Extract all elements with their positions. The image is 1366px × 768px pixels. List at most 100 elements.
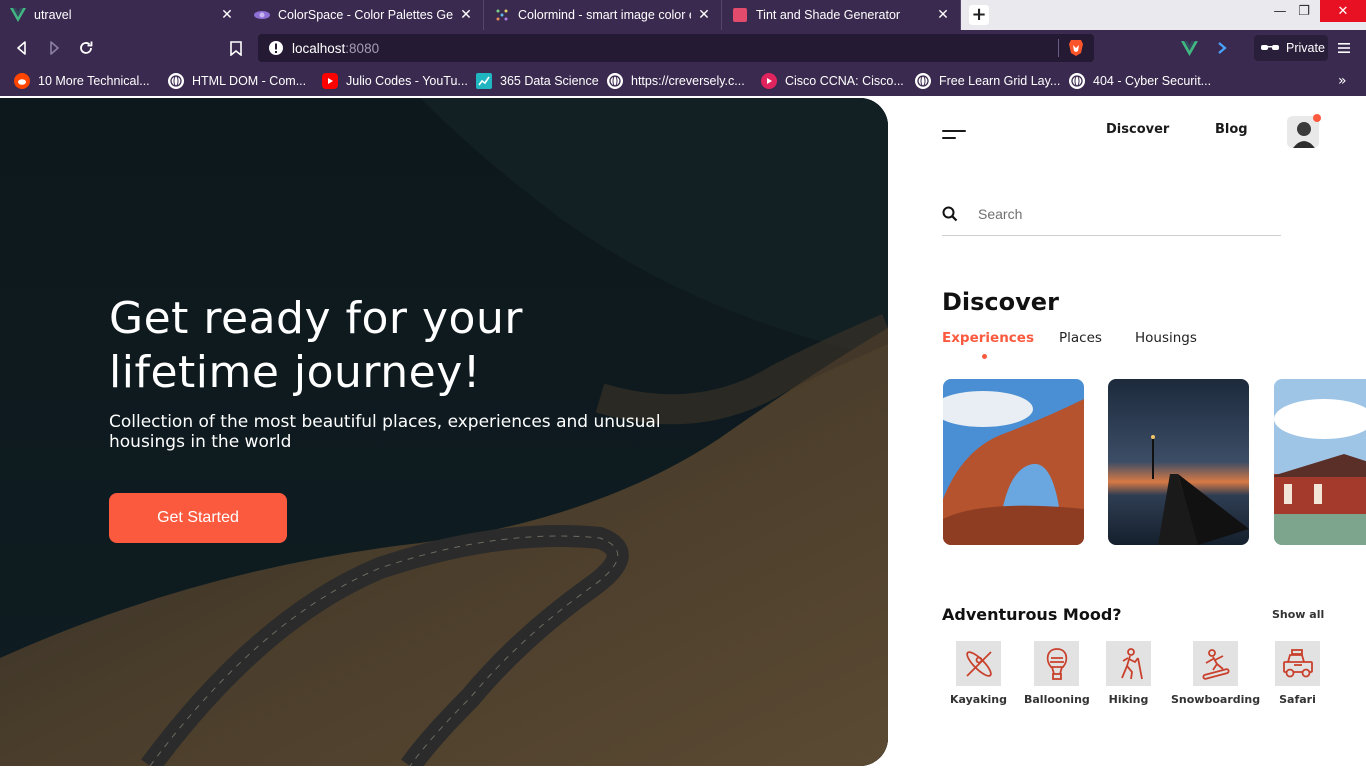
bookmarks-overflow-icon[interactable]: »: [1338, 72, 1347, 90]
mood-item-safari[interactable]: Safari: [1275, 641, 1320, 706]
tab-housings[interactable]: Housings: [1135, 330, 1197, 346]
bookmark-item[interactable]: https://creversely.c...: [607, 72, 745, 90]
tab-title: ColorSpace - Color Palettes Genera: [278, 8, 453, 22]
hero-section: Get ready for your lifetime journey! Col…: [0, 98, 888, 766]
tab-utravel[interactable]: utravel ✕: [0, 0, 244, 30]
bookmark-item[interactable]: 365 Data Science: [476, 72, 599, 90]
show-all-link[interactable]: Show all: [1272, 608, 1324, 621]
mood-item-hiking[interactable]: Hiking: [1106, 641, 1151, 706]
globe-icon: [168, 73, 184, 89]
search-bar: [942, 198, 1281, 236]
vue-devtools-icon[interactable]: [1180, 39, 1198, 57]
tab-title: utravel: [34, 8, 72, 22]
bookmark-item[interactable]: Julio Codes - YouTu...: [322, 72, 468, 90]
close-tab-icon[interactable]: ✕: [459, 7, 473, 23]
restore-icon[interactable]: ❐: [1289, 0, 1319, 22]
tab-experiences[interactable]: Experiences: [942, 330, 1034, 346]
mood-label: Snowboarding: [1171, 693, 1261, 706]
site-info-icon[interactable]: [268, 40, 284, 60]
bookmark-label: HTML DOM - Com...: [192, 74, 307, 88]
private-window-badge[interactable]: Private: [1254, 35, 1328, 61]
urlbar-divider: [1058, 39, 1059, 57]
brave-shield-icon[interactable]: [1068, 39, 1084, 61]
tab-colormind[interactable]: Colormind - smart image color ext ✕: [484, 0, 722, 30]
bookmark-label: Free Learn Grid Lay...: [939, 74, 1061, 88]
tab-tint-shade[interactable]: Tint and Shade Generator ✕: [722, 0, 961, 30]
bookmarks-bar: 10 More Technical... HTML DOM - Com... J…: [0, 66, 1366, 96]
mood-label: Ballooning: [1024, 693, 1090, 706]
private-glasses-icon: [1261, 45, 1279, 50]
tab-title: Tint and Shade Generator: [756, 8, 901, 22]
tint-shade-logo-icon: [732, 7, 748, 23]
reload-icon[interactable]: [77, 39, 95, 57]
colormind-logo-icon: [494, 7, 510, 23]
bookmark-label: Cisco CCNA: Cisco...: [785, 74, 904, 88]
mood-item-ballooning[interactable]: Ballooning: [1024, 641, 1090, 706]
page-viewport: Get ready for your lifetime journey! Col…: [0, 98, 1366, 768]
discover-title: Discover: [942, 288, 1059, 316]
url-port: :8080: [345, 40, 380, 56]
tab-colorspace[interactable]: ColorSpace - Color Palettes Genera ✕: [244, 0, 484, 30]
bookmark-item[interactable]: HTML DOM - Com...: [168, 72, 306, 90]
browser-toolbar: localhost:8080 Private: [0, 30, 1366, 66]
search-icon: [942, 206, 958, 222]
nav-blog-link[interactable]: Blog: [1215, 122, 1248, 137]
mood-label: Hiking: [1108, 693, 1149, 706]
discover-panel: Discover Blog Discover Experiences Place…: [888, 98, 1366, 768]
bookmark-item[interactable]: 404 - Cyber Securit...: [1069, 72, 1211, 90]
chart-icon: [476, 73, 492, 89]
colorspace-logo-icon: [254, 7, 270, 23]
vue-logo-icon: [10, 7, 26, 23]
balloon-icon: [1034, 641, 1080, 686]
globe-icon: [607, 73, 623, 89]
get-started-button[interactable]: Get Started: [109, 493, 287, 543]
close-tab-icon[interactable]: ✕: [697, 7, 711, 23]
snowboard-icon: [1193, 641, 1239, 686]
mood-item-snowboarding[interactable]: Snowboarding: [1171, 641, 1260, 706]
globe-icon: [915, 73, 931, 89]
safari-jeep-icon: [1275, 641, 1320, 686]
back-icon[interactable]: [13, 39, 31, 57]
tab-title: Colormind - smart image color ext: [518, 8, 691, 22]
window-close-icon[interactable]: ✕: [1320, 0, 1366, 22]
mood-label: Kayaking: [950, 693, 1007, 706]
youtube-icon: [322, 73, 338, 89]
tab-places[interactable]: Places: [1059, 330, 1102, 346]
bookmark-label: https://creversely.c...: [631, 74, 745, 88]
active-tab-indicator: [982, 354, 987, 359]
bookmark-item[interactable]: 10 More Technical...: [14, 72, 150, 90]
hero-subtitle: Collection of the most beautiful places,…: [109, 412, 661, 452]
bookmark-label: 365 Data Science: [500, 74, 599, 88]
reddit-icon: [14, 73, 30, 89]
menu-icon[interactable]: [1335, 39, 1353, 57]
bookmark-item[interactable]: Free Learn Grid Lay...: [915, 72, 1060, 90]
experience-card-arch[interactable]: [943, 379, 1084, 545]
hero-title: Get ready for your lifetime journey!: [109, 293, 523, 398]
nav-discover-link[interactable]: Discover: [1106, 122, 1169, 137]
private-label: Private: [1286, 41, 1325, 55]
bookmark-label: 404 - Cyber Securit...: [1093, 74, 1212, 88]
kayak-icon: [956, 641, 1001, 686]
forward-icon[interactable]: [45, 39, 63, 57]
extension-arrow-icon[interactable]: [1213, 39, 1231, 57]
experience-card-temple[interactable]: [1274, 379, 1366, 545]
adventurous-mood-title: Adventurous Mood?: [942, 605, 1122, 624]
bookmark-label: 10 More Technical...: [38, 74, 150, 88]
play-icon: [761, 73, 777, 89]
globe-icon: [1069, 73, 1085, 89]
bookmark-item[interactable]: Cisco CCNA: Cisco...: [761, 72, 904, 90]
mood-item-kayaking[interactable]: Kayaking: [950, 641, 1007, 706]
address-bar[interactable]: localhost:8080: [258, 34, 1094, 62]
bookmark-icon[interactable]: [227, 39, 245, 57]
bookmark-label: Julio Codes - YouTu...: [346, 74, 468, 88]
hiking-icon: [1106, 641, 1151, 686]
notification-dot: [1313, 114, 1321, 122]
close-tab-icon[interactable]: ✕: [220, 7, 234, 23]
close-tab-icon[interactable]: ✕: [936, 7, 950, 23]
hamburger-menu-icon[interactable]: [942, 128, 966, 142]
browser-tab-strip: utravel ✕ ColorSpace - Color Palettes Ge…: [0, 0, 1366, 30]
search-input[interactable]: [978, 200, 1268, 228]
experience-card-pier[interactable]: [1108, 379, 1249, 545]
url-host: localhost: [292, 40, 346, 56]
new-tab-button[interactable]: +: [969, 5, 989, 25]
